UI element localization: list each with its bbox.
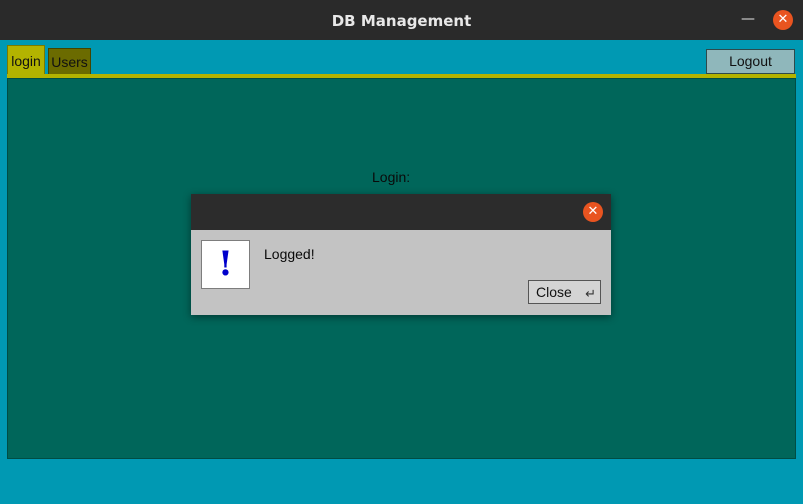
window-titlebar: DB Management — ✕ xyxy=(0,0,803,40)
close-icon: ✕ xyxy=(777,12,789,27)
close-icon: ✕ xyxy=(587,204,599,219)
minimize-button[interactable]: — xyxy=(740,12,756,28)
dialog-body: ! Logged! Close ↵ xyxy=(191,230,611,315)
close-button[interactable]: Close ↵ xyxy=(528,280,601,304)
minimize-icon: — xyxy=(741,11,755,27)
dialog-titlebar: ✕ xyxy=(191,194,611,230)
message-dialog: ✕ ! Logged! Close ↵ xyxy=(191,194,611,315)
dialog-message: Logged! xyxy=(264,246,315,262)
tab-users[interactable]: Users xyxy=(48,48,91,75)
dialog-close-icon-button[interactable]: ✕ xyxy=(583,202,603,222)
close-button-label: Close xyxy=(536,284,572,300)
enter-key-icon: ↵ xyxy=(585,286,596,301)
window-close-button[interactable]: ✕ xyxy=(773,10,793,30)
tab-login[interactable]: login xyxy=(7,45,45,76)
tab-users-label: Users xyxy=(51,54,88,70)
logout-button[interactable]: Logout xyxy=(706,49,795,74)
tab-login-label: login xyxy=(11,53,41,69)
exclamation-icon: ! xyxy=(201,240,250,289)
window-title: DB Management xyxy=(331,12,472,30)
login-label: Login: xyxy=(372,169,411,185)
